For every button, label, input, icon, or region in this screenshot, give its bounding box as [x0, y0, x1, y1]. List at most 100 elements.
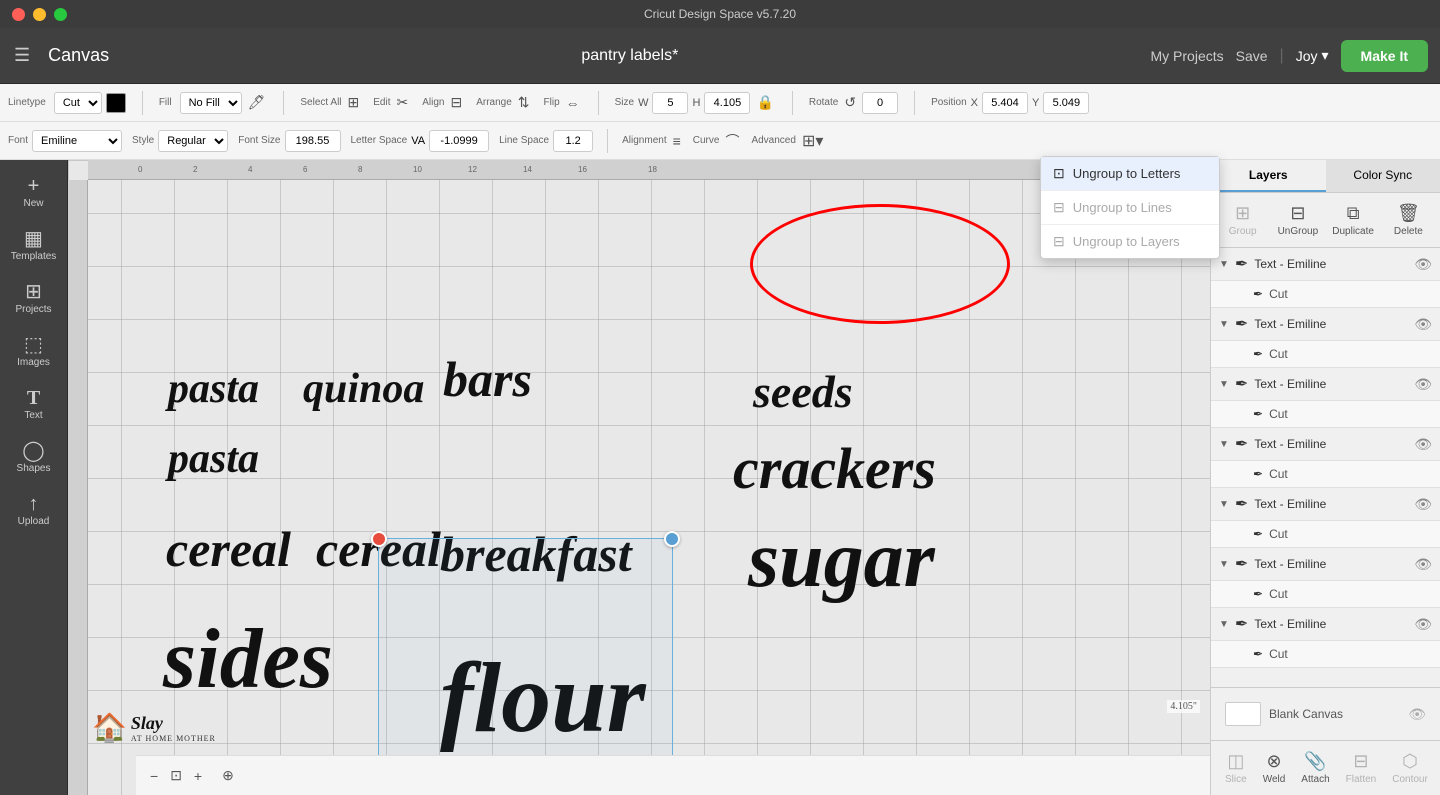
ungroup-to-letters-item[interactable]: ⊡ Ungroup to Letters	[1041, 157, 1219, 190]
handle-top-left[interactable]	[371, 531, 387, 547]
sidebar-item-projects[interactable]: ⊞ Projects	[0, 274, 67, 323]
slice-button[interactable]: ◫ Slice	[1217, 747, 1255, 789]
sidebar-item-templates[interactable]: ▦ Templates	[0, 221, 67, 270]
layer-eye-3[interactable]: 👁	[1414, 436, 1432, 453]
text-crackers[interactable]: crackers	[733, 435, 936, 502]
maximize-button[interactable]	[54, 8, 67, 21]
tab-color-sync[interactable]: Color Sync	[1326, 160, 1440, 192]
text-pasta2[interactable]: pasta	[168, 435, 259, 483]
layer-expand-0[interactable]: ▼	[1219, 259, 1229, 270]
group-button[interactable]: ⊞ Group	[1217, 199, 1268, 241]
layer-expand-2[interactable]: ▼	[1219, 379, 1229, 390]
text-sugar[interactable]: sugar	[748, 515, 935, 606]
blank-canvas-swatch[interactable]	[1225, 702, 1261, 726]
layer-item-6[interactable]: ▼ ✒ Text - Emiline 👁	[1211, 608, 1440, 641]
arrange-button[interactable]: ⇅	[516, 92, 532, 113]
make-it-button[interactable]: Make It	[1341, 40, 1428, 72]
layer-sub-0[interactable]: ✒ Cut	[1211, 281, 1440, 308]
height-label: H	[692, 97, 700, 109]
fill-color-button[interactable]: 🖊	[246, 92, 268, 113]
canvas-area[interactable]: 0 2 4 6 8 10 12 14 16 18 pasta quinoa ba…	[68, 160, 1210, 795]
layer-eye-2[interactable]: 👁	[1414, 376, 1432, 393]
layer-eye-5[interactable]: 👁	[1414, 556, 1432, 573]
layer-expand-6[interactable]: ▼	[1219, 619, 1229, 630]
zoom-out-button[interactable]: −	[148, 766, 160, 786]
layer-sub-1[interactable]: ✒ Cut	[1211, 341, 1440, 368]
layer-item-5[interactable]: ▼ ✒ Text - Emiline 👁	[1211, 548, 1440, 581]
font-size-input[interactable]	[285, 130, 341, 152]
close-button[interactable]	[12, 8, 25, 21]
text-seeds[interactable]: seeds	[753, 365, 853, 418]
layer-expand-4[interactable]: ▼	[1219, 499, 1229, 510]
flatten-button[interactable]: ⊟ Flatten	[1338, 747, 1385, 789]
text-sides[interactable]: sides	[163, 610, 333, 708]
layer-eye-6[interactable]: 👁	[1414, 616, 1432, 633]
fill-color-swatch[interactable]	[106, 93, 126, 113]
letter-space-input[interactable]	[429, 130, 489, 152]
hamburger-menu-button[interactable]: ☰	[12, 43, 32, 68]
layer-item-2[interactable]: ▼ ✒ Text - Emiline 👁	[1211, 368, 1440, 401]
layer-item-1[interactable]: ▼ ✒ Text - Emiline 👁	[1211, 308, 1440, 341]
sidebar-item-new[interactable]: + New	[0, 168, 67, 217]
lock-aspect-button[interactable]: 🔒	[754, 92, 775, 113]
zoom-fit-button[interactable]: ⊡	[168, 765, 184, 786]
user-menu[interactable]: Joy ▾	[1296, 47, 1329, 64]
my-projects-button[interactable]: My Projects	[1151, 48, 1224, 64]
text-cereal1[interactable]: cereal	[166, 520, 291, 578]
alignment-button[interactable]: ≡	[671, 131, 683, 151]
rotate-icon[interactable]: ↺	[842, 92, 858, 113]
ungroup-button[interactable]: ⊟ UnGroup	[1272, 199, 1323, 241]
text-quinoa[interactable]: quinoa	[303, 365, 424, 413]
width-input[interactable]	[652, 92, 688, 114]
curve-button[interactable]: ⌒	[723, 129, 741, 153]
align-button[interactable]: ⊟	[448, 92, 464, 113]
layer-eye-1[interactable]: 👁	[1414, 316, 1432, 333]
save-button[interactable]: Save	[1236, 48, 1268, 64]
text-pasta1[interactable]: pasta	[168, 365, 259, 413]
add-page-button[interactable]: ⊕	[220, 765, 236, 786]
contour-button[interactable]: ⬡ Contour	[1384, 747, 1436, 789]
layer-sub-5[interactable]: ✒ Cut	[1211, 581, 1440, 608]
layer-item-3[interactable]: ▼ ✒ Text - Emiline 👁	[1211, 428, 1440, 461]
minimize-button[interactable]	[33, 8, 46, 21]
handle-top-right[interactable]	[664, 531, 680, 547]
layer-expand-5[interactable]: ▼	[1219, 559, 1229, 570]
layer-eye-4[interactable]: 👁	[1414, 496, 1432, 513]
layer-item-4[interactable]: ▼ ✒ Text - Emiline 👁	[1211, 488, 1440, 521]
x-input[interactable]	[982, 92, 1028, 114]
panel-actions: ⊞ Group ⊟ UnGroup ⧉ Duplicate 🗑 Delete	[1211, 193, 1440, 248]
sidebar-item-upload[interactable]: ↑ Upload	[0, 486, 67, 535]
linetype-select[interactable]: Cut	[54, 92, 102, 114]
zoom-in-button[interactable]: +	[192, 766, 204, 786]
duplicate-button[interactable]: ⧉ Duplicate	[1328, 199, 1379, 241]
attach-button[interactable]: 📎 Attach	[1293, 747, 1337, 789]
advanced-button[interactable]: ⊞▾	[800, 129, 825, 153]
text-bars[interactable]: bars	[443, 350, 532, 408]
tab-layers[interactable]: Layers	[1211, 160, 1326, 192]
select-all-button[interactable]: ⊞	[346, 92, 362, 113]
layer-sub-4[interactable]: ✒ Cut	[1211, 521, 1440, 548]
layer-sub-3[interactable]: ✒ Cut	[1211, 461, 1440, 488]
layer-expand-3[interactable]: ▼	[1219, 439, 1229, 450]
font-select[interactable]: Emiline	[32, 130, 122, 152]
sidebar-item-shapes[interactable]: ◯ Shapes	[0, 433, 67, 482]
delete-button[interactable]: 🗑 Delete	[1383, 199, 1434, 241]
fill-select[interactable]: No Fill	[180, 92, 242, 114]
project-title[interactable]: pantry labels*	[125, 47, 1134, 65]
height-input[interactable]	[704, 92, 750, 114]
edit-button[interactable]: ✂	[394, 92, 410, 113]
rotate-input[interactable]	[862, 92, 898, 114]
layer-eye-0[interactable]: 👁	[1414, 256, 1432, 273]
layer-sub-2[interactable]: ✒ Cut	[1211, 401, 1440, 428]
layer-item-0[interactable]: ▼ ✒ Text - Emiline 👁	[1211, 248, 1440, 281]
layer-sub-6[interactable]: ✒ Cut	[1211, 641, 1440, 668]
layer-expand-1[interactable]: ▼	[1219, 319, 1229, 330]
y-input[interactable]	[1043, 92, 1089, 114]
sidebar-item-text[interactable]: T Text	[0, 380, 67, 429]
style-select[interactable]: Regular	[158, 130, 228, 152]
blank-canvas-eye[interactable]: 👁	[1408, 706, 1426, 723]
weld-button[interactable]: ⊗ Weld	[1255, 747, 1294, 789]
flip-button[interactable]: ⇔	[564, 93, 582, 113]
line-space-input[interactable]	[553, 130, 593, 152]
sidebar-item-images[interactable]: ⬚ Images	[0, 327, 67, 376]
